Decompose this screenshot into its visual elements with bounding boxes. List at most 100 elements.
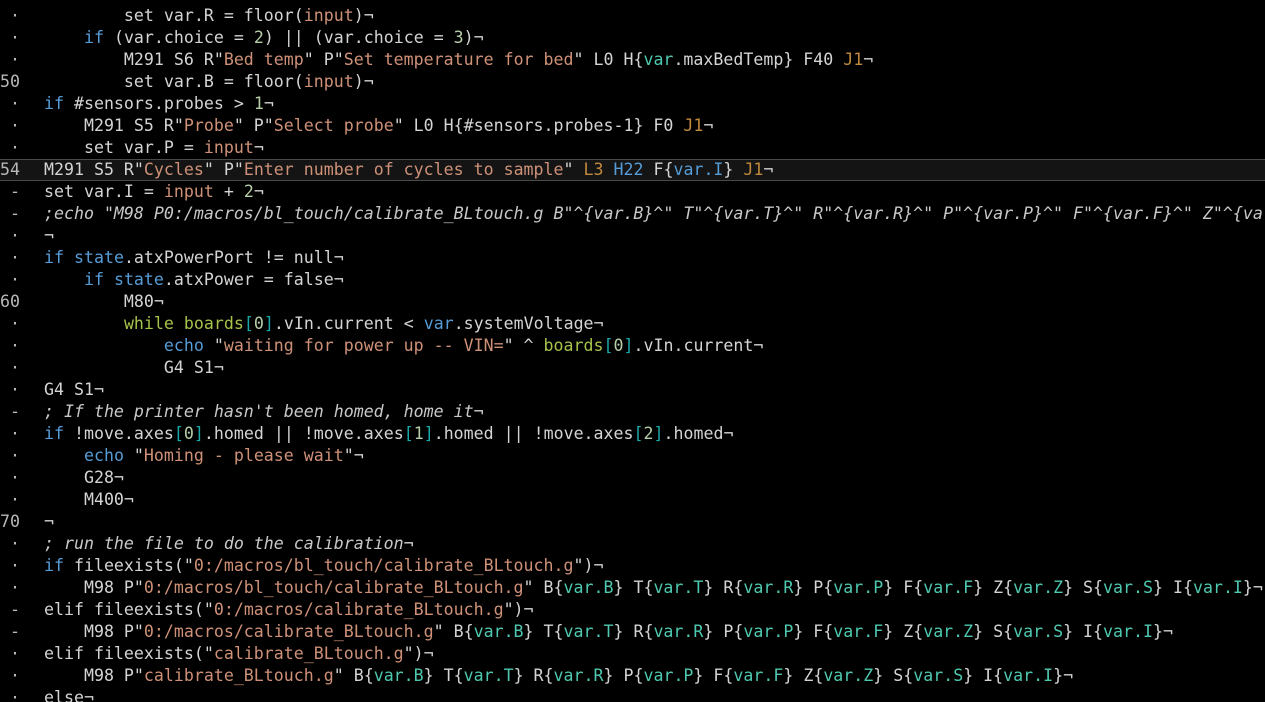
code-token-keyword: state — [113, 270, 164, 289]
code-token-text: #sensors.probes > — [63, 94, 254, 113]
code-token-bracket: ] — [193, 424, 204, 443]
code-token-comment: ; If the printer hasn't been homed, home… — [44, 402, 474, 421]
code-line[interactable]: - elif fileexists("0:/macros/calibrate_BL… — [0, 599, 1265, 621]
code-text: if #sensors.probes > 1¬ — [44, 93, 274, 115]
code-line[interactable]: · M98 P"calibrate_BLtouch.g" B{var.B} T{… — [0, 665, 1265, 687]
code-token-dim: J1 — [843, 50, 864, 69]
code-line[interactable]: · M291 S6 R"Bed temp" P"Set temperature … — [0, 49, 1265, 71]
code-token-text: .choice = — [153, 28, 254, 47]
code-line[interactable]: · if state.atxPowerPort != null¬ — [0, 247, 1265, 269]
code-token-string: input — [163, 182, 214, 201]
code-line[interactable]: · M98 P"0:/macros/bl_touch/calibrate_BLt… — [0, 577, 1265, 599]
code-line[interactable]: · ; run the file to do the calibration¬ — [0, 533, 1265, 555]
code-token-text: ¬ — [703, 116, 714, 135]
code-text: M291 S5 R"Probe" P"Select probe" L0 H{#s… — [44, 115, 713, 137]
code-token-text: ")¬ — [573, 556, 604, 575]
code-line[interactable]: 60 M80¬ — [0, 291, 1265, 313]
code-text: ¬ — [44, 511, 54, 533]
code-token-dim: J1 — [683, 116, 704, 135]
code-line[interactable]: · echo "waiting for power up -- VIN=" ^ … — [0, 335, 1265, 357]
code-token-text: + — [213, 182, 244, 201]
code-line[interactable]: · set var.R = floor(input)¬ — [0, 5, 1265, 27]
code-token-variable: var.R — [653, 622, 704, 641]
line-number: 60 — [0, 292, 20, 311]
code-line[interactable]: · else¬ — [0, 687, 1265, 702]
code-token-text: " P" — [303, 50, 344, 69]
code-token-variable: var.S — [1103, 578, 1153, 597]
code-line[interactable]: · if !move.axes[0].homed || !move.axes[1]… — [0, 423, 1265, 445]
code-line[interactable]: · set var.P = input¬ — [0, 137, 1265, 159]
code-token-string: 0:/macros/calibrate_BLtouch.g — [143, 622, 434, 641]
code-token-variable: var.I — [1192, 578, 1243, 597]
code-token-number: 1 — [413, 424, 424, 443]
code-line[interactable]: · ¬ — [0, 225, 1265, 247]
code-token-string: 0:/macros/calibrate_BLtouch.g — [213, 600, 504, 619]
code-token-string: Enter number of cycles to sample — [243, 160, 564, 179]
code-token-variable: var.B — [563, 578, 614, 597]
code-line[interactable]: - ;echo "M98 P0:/macros/bl_touch/calibrat… — [0, 203, 1265, 225]
code-token-variable: var.P — [743, 622, 794, 641]
code-editor[interactable]: · set var.R = floor(input)¬ · if (var.cho… — [0, 0, 1265, 702]
code-line[interactable]: · G4 S1¬ — [0, 379, 1265, 401]
code-text: G28¬ — [44, 467, 124, 489]
code-token-string: input — [203, 138, 254, 157]
code-token-text: G4 S1¬ — [44, 358, 224, 377]
code-token-string: calibrate_BLtouch.g — [213, 644, 404, 663]
code-text: G4 S1¬ — [44, 379, 104, 401]
code-line[interactable]: · if (var.choice = 2) || (var.choice = 3… — [0, 27, 1265, 49]
line-number: · — [10, 358, 20, 377]
code-token-text: M98 P" — [44, 622, 144, 641]
code-line[interactable]: · M400¬ — [0, 489, 1265, 511]
code-token-text: } R{ — [703, 578, 744, 597]
code-token-text: .homed || !move.axes — [433, 424, 634, 443]
code-text: ;echo "M98 P0:/macros/bl_touch/calibrate… — [44, 203, 1263, 225]
line-number: · — [10, 270, 20, 289]
code-token-variable: var.Z — [923, 622, 974, 641]
code-line[interactable]: · if #sensors.probes > 1¬ — [0, 93, 1265, 115]
code-line[interactable]: · elif fileexists("calibrate_BLtouch.g")¬ — [0, 643, 1265, 665]
code-token-text: } S{ — [873, 666, 914, 685]
code-token-text: ¬ — [263, 94, 274, 113]
code-token-number: 2 — [243, 182, 254, 201]
line-number: · — [10, 424, 20, 443]
code-token-text: .vIn.current¬ — [633, 336, 764, 355]
code-token-bracket: [ — [243, 314, 254, 333]
code-line[interactable]: - ; If the printer hasn't been homed, hom… — [0, 401, 1265, 423]
code-token-text: ¬ — [253, 182, 264, 201]
code-token-comment: ;echo "M98 P0:/macros/bl_touch/calibrate… — [44, 204, 1263, 223]
line-number: - — [10, 600, 20, 619]
code-line[interactable]: · G28¬ — [0, 467, 1265, 489]
code-token-text: }¬ — [1153, 622, 1173, 641]
code-token-variable: var.T — [653, 578, 704, 597]
code-token-bracket: ] — [263, 314, 274, 333]
code-line[interactable]: 50 set var.B = floor(input)¬ — [0, 71, 1265, 93]
code-token-text: ¬ — [473, 402, 484, 421]
code-line[interactable]: 54 M291 S5 R"Cycles" P"Enter number of cy… — [0, 159, 1265, 181]
code-text: set var.R = floor(input)¬ — [44, 5, 374, 27]
code-token-text: " P" — [233, 116, 274, 135]
code-line[interactable]: · echo "Homing - please wait"¬ — [0, 445, 1265, 467]
code-token-text: M400¬ — [44, 490, 134, 509]
code-token-text: } I{ — [963, 666, 1004, 685]
code-token-number: 2 — [643, 424, 654, 443]
code-token-text: } R{ — [613, 622, 654, 641]
code-line[interactable]: - set var.I = input + 2¬ — [0, 181, 1265, 203]
code-token-bracket: ] — [653, 424, 664, 443]
code-text: elif fileexists("calibrate_BLtouch.g")¬ — [44, 643, 434, 665]
code-token-text: }¬ — [1053, 666, 1074, 685]
code-token-string: input — [303, 72, 354, 91]
code-line[interactable]: · G4 S1¬ — [0, 357, 1265, 379]
code-token-text: !move.axes — [63, 424, 174, 443]
code-line[interactable]: · if state.atxPower = false¬ — [0, 269, 1265, 291]
code-token-text: G28¬ — [44, 468, 124, 487]
code-line[interactable]: · while boards[0].vIn.current < var.syst… — [0, 313, 1265, 335]
code-line[interactable]: · M291 S5 R"Probe" P"Select probe" L0 H{… — [0, 115, 1265, 137]
code-token-string: waiting for power up -- VIN= — [223, 336, 504, 355]
line-number: · — [10, 534, 20, 553]
code-line[interactable]: - M98 P"0:/macros/calibrate_BLtouch.g" B… — [0, 621, 1265, 643]
code-token-variable: var.S — [913, 666, 964, 685]
code-line[interactable]: 70 ¬ — [0, 511, 1265, 533]
code-line[interactable]: · if fileexists("0:/macros/bl_touch/calib… — [0, 555, 1265, 577]
